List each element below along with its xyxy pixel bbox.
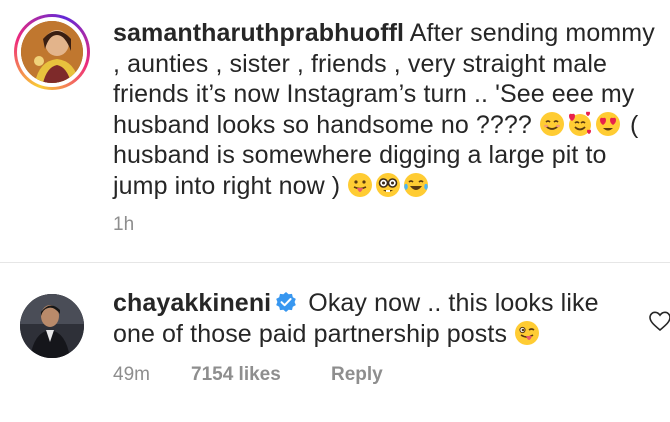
smiling-face-icon xyxy=(539,111,564,136)
heart-outline-icon[interactable] xyxy=(648,310,670,332)
reply-button[interactable]: Reply xyxy=(331,364,383,386)
heart-eyes-icon xyxy=(595,111,620,136)
tears-of-joy-icon xyxy=(404,172,429,197)
smiling-face-with-hearts-icon xyxy=(568,111,591,136)
avatar-photo xyxy=(21,21,83,83)
comment-row: chayakkineni Okay now .. this looks like… xyxy=(0,263,670,422)
caption-username[interactable]: samantharuthprabhuoffl xyxy=(113,19,404,47)
comment-meta: 49m 7154 likes Reply xyxy=(113,364,383,386)
caption-author-avatar[interactable] xyxy=(14,14,90,90)
caption-text: samantharuthprabhuoffl After sending mom… xyxy=(113,18,663,201)
comment-author-avatar[interactable] xyxy=(20,294,84,358)
caption-timestamp: 1h xyxy=(113,214,135,235)
winking-tongue-icon xyxy=(515,320,540,345)
caption-block: samantharuthprabhuoffl After sending mom… xyxy=(0,0,670,262)
verified-badge-icon xyxy=(276,292,297,312)
nerd-face-icon xyxy=(376,172,401,197)
comment-timestamp: 49m xyxy=(113,364,150,385)
comment-likes-link[interactable]: 7154 likes xyxy=(191,364,331,386)
comment-text: chayakkineni Okay now .. this looks like… xyxy=(113,288,633,349)
comment-username[interactable]: chayakkineni xyxy=(113,289,271,317)
tongue-out-icon xyxy=(348,172,373,197)
